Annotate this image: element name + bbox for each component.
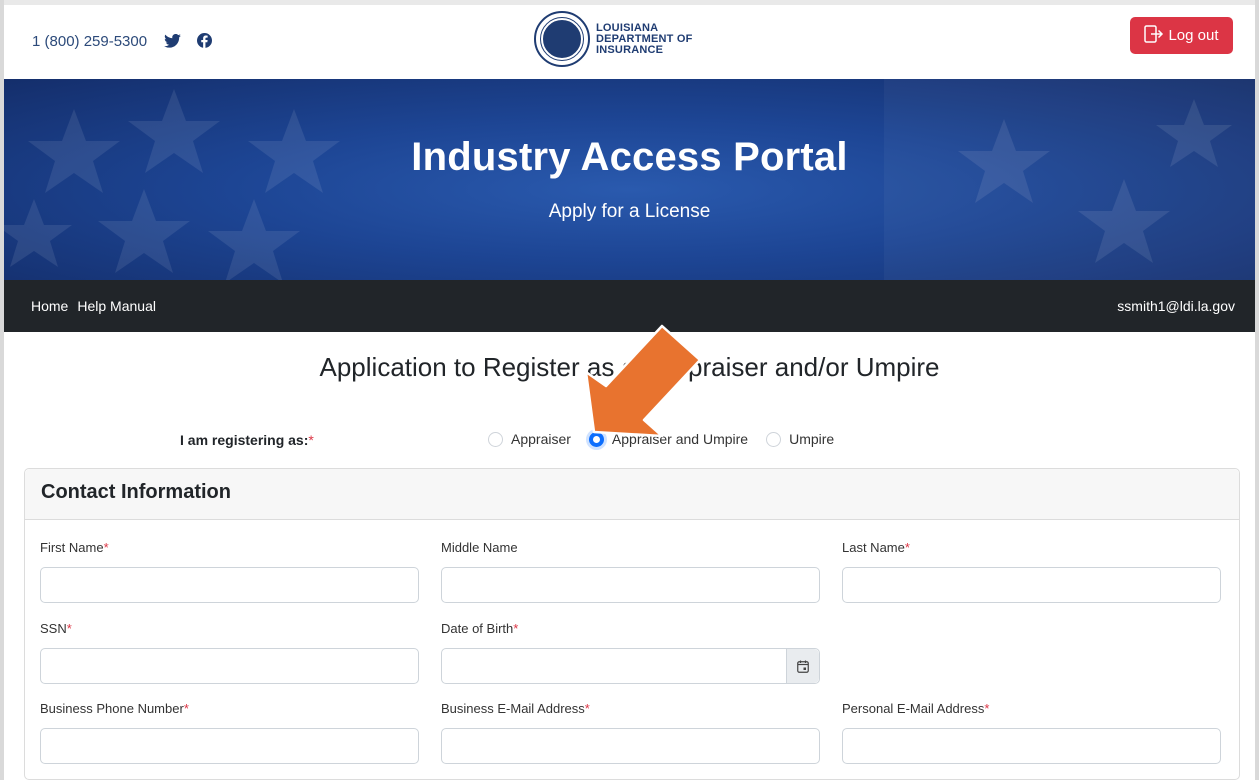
ldi-logo[interactable]: LOUISIANA DEPARTMENT OF INSURANCE [534,11,693,67]
register-as-label: I am registering as:* [180,432,314,448]
radio-button[interactable] [488,431,503,447]
facebook-icon[interactable] [197,33,212,48]
navbar: Home Help Manual ssmith1@ldi.la.gov [4,280,1255,332]
business-phone-group: Business Phone Number* [40,701,419,764]
business-phone-input[interactable] [40,728,419,764]
radio-umpire[interactable]: Umpire [766,431,834,447]
nav-links: Home Help Manual [31,298,156,314]
middle-name-input[interactable] [441,567,820,603]
twitter-icon[interactable] [164,33,181,48]
radio-button[interactable] [766,431,782,447]
contact-information-card: Contact Information First Name* Middle N… [24,468,1240,780]
hero-banner: Industry Access Portal Apply for a Licen… [4,79,1255,280]
last-name-group: Last Name* [842,540,1221,603]
dob-input[interactable] [441,648,820,684]
log-out-icon [1144,24,1164,47]
first-name-input[interactable] [40,567,419,603]
logout-button[interactable]: Log out [1130,17,1233,54]
register-type-radio-group: Appraiser Appraiser and Umpire Umpire [488,431,852,447]
banner-title: Industry Access Portal [411,135,848,179]
state-seal-icon [534,11,590,67]
banner-subtitle: Apply for a License [548,201,711,222]
personal-email-input[interactable] [842,728,1221,764]
top-bar: 1 (800) 259-5300 LOUISIANA DEPARTMENT OF… [4,0,1255,79]
middle-name-group: Middle Name [441,540,820,603]
nav-item-home[interactable]: Home [31,298,68,314]
ssn-group: SSN* [40,621,419,684]
user-email[interactable]: ssmith1@ldi.la.gov [1117,298,1235,314]
social-links [164,33,212,48]
calendar-icon [797,660,809,673]
dob-group: Date of Birth* [441,621,820,684]
page-title: Application to Register as an Appraiser … [319,352,940,382]
page: 1 (800) 259-5300 LOUISIANA DEPARTMENT OF… [0,0,1259,780]
business-email-input[interactable] [441,728,820,764]
phone-number[interactable]: 1 (800) 259-5300 [32,33,147,50]
card-header: Contact Information [25,469,1239,520]
radio-button-checked[interactable] [588,431,604,447]
logout-label: Log out [1168,27,1219,44]
personal-email-group: Personal E-Mail Address* [842,701,1221,764]
first-name-group: First Name* [40,540,419,603]
radio-appraiser[interactable]: Appraiser [488,431,571,447]
business-email-group: Business E-Mail Address* [441,701,820,764]
logo-text: LOUISIANA DEPARTMENT OF INSURANCE [596,21,693,56]
last-name-input[interactable] [842,567,1221,603]
radio-appraiser-and-umpire[interactable]: Appraiser and Umpire [588,431,748,447]
nav-item-help-manual[interactable]: Help Manual [77,298,156,314]
ssn-input[interactable] [40,648,419,684]
calendar-button[interactable] [786,649,819,683]
